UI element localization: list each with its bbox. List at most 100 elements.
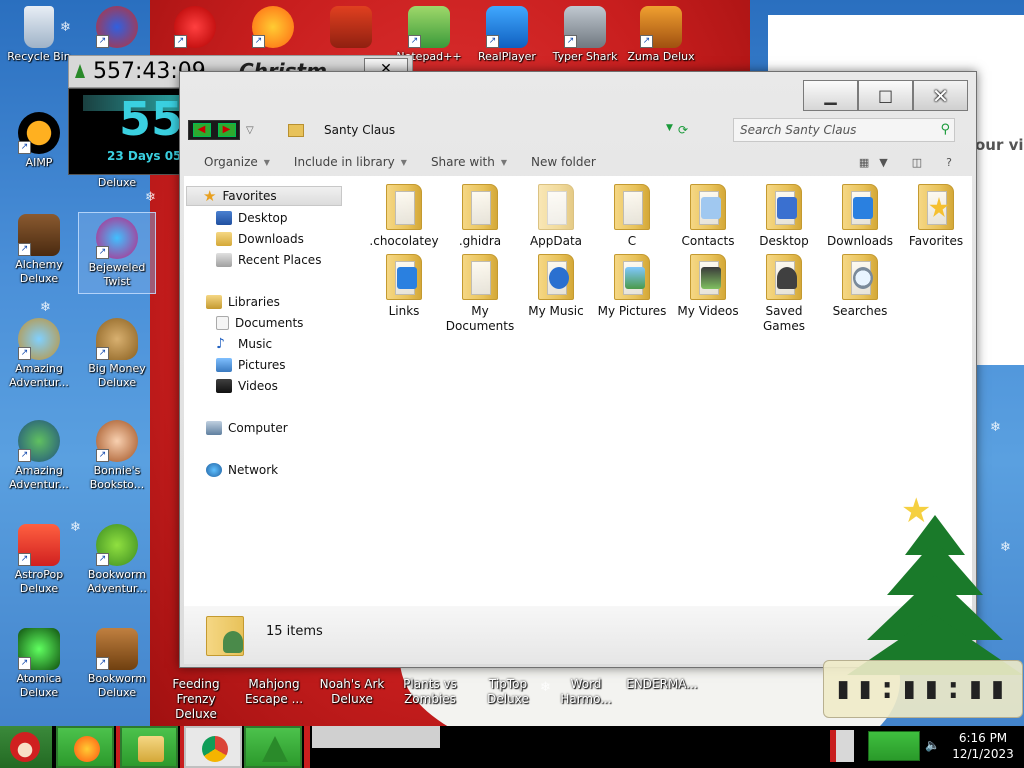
nav-item-documents[interactable]: Documents: [216, 313, 303, 333]
folder-ghidra[interactable]: .ghidra: [442, 184, 518, 249]
desktop-icon-plants-vs-zombies[interactable]: Plants vs Zombies: [390, 677, 470, 707]
volume-icon[interactable]: 🔈: [925, 738, 940, 752]
desktop-icon-label: RealPlayer: [478, 50, 536, 63]
shortcut-arrow-icon: ↗: [96, 449, 109, 462]
nav-favorites[interactable]: ★ Favorites: [186, 186, 342, 206]
folder-downloads[interactable]: Downloads: [822, 184, 898, 249]
desktop-icon-bookworm[interactable]: ↗ Bookworm Deluxe: [78, 628, 156, 700]
folder-my-pictures[interactable]: My Pictures: [594, 254, 670, 319]
forward-button[interactable]: ▶: [217, 123, 236, 137]
folder-c[interactable]: C: [594, 184, 670, 249]
desktop-icon-bookworm-adv[interactable]: ↗ Bookworm Adventur...: [78, 524, 156, 596]
desktop-icon-astropop[interactable]: ↗ AstroPop Deluxe: [0, 524, 78, 596]
folder-my-videos[interactable]: My Videos: [670, 254, 746, 319]
back-button[interactable]: ◀: [192, 123, 211, 137]
desktop-icon-feeding-frenzy[interactable]: Feeding Frenzy Deluxe: [156, 677, 236, 722]
folder-chocolatey[interactable]: .chocolatey: [366, 184, 442, 249]
view-options-chevron-icon[interactable]: ▼: [879, 156, 887, 169]
desktop-icon-aimp[interactable]: ↗ AIMP: [0, 112, 78, 170]
taskbar-firefox[interactable]: [56, 726, 114, 768]
nav-item-videos[interactable]: Videos: [216, 376, 278, 396]
shortcut-arrow-icon: ↗: [640, 35, 653, 48]
desktop-icon-alchemy[interactable]: ↗ Alchemy Deluxe: [0, 214, 78, 286]
desktop-icon-amazing-2[interactable]: ↗ Amazing Adventur...: [0, 420, 78, 492]
preview-pane-icon[interactable]: ◫: [912, 156, 922, 169]
recent-pages-button[interactable]: ▽: [246, 125, 254, 136]
chevron-down-icon: ▼: [400, 157, 407, 167]
pictures-icon: [216, 358, 232, 372]
folder-searches[interactable]: Searches: [822, 254, 898, 319]
nav-item-pictures[interactable]: Pictures: [216, 355, 286, 375]
desktop-icon-label: Alchemy Deluxe: [15, 258, 63, 285]
minimize-button[interactable]: ▁: [803, 80, 858, 111]
desktop-icon-firefox[interactable]: ↗: [234, 6, 312, 50]
address-bar[interactable]: Santy Claus: [288, 118, 708, 142]
desktop-icon-2[interactable]: ↗: [78, 6, 156, 50]
share-with-button[interactable]: Share with ▼: [431, 155, 507, 169]
contact-card-icon: [701, 197, 721, 219]
christmas-tree-gadget[interactable]: ★ ▮▮:▮▮:▮▮: [823, 491, 1024, 718]
nav-libraries[interactable]: Libraries: [206, 292, 280, 312]
desktop-icon-red-creature[interactable]: ↗: [156, 6, 234, 50]
desktop-icon-atomica[interactable]: ↗ Atomica Deluxe: [0, 628, 78, 700]
folder-links[interactable]: Links: [366, 254, 442, 319]
help-icon[interactable]: ?: [946, 156, 952, 169]
folder-my-documents[interactable]: My Documents: [442, 254, 518, 334]
taskbar-tree-gadget[interactable]: [244, 726, 302, 768]
taskbar-explorer[interactable]: [120, 726, 178, 768]
desktop-icon-recycle-bin[interactable]: Recycle Bin: [0, 6, 78, 64]
view-grid-icon[interactable]: ▦: [859, 156, 869, 169]
desktop-icon-enderman[interactable]: ENDERMA...: [622, 677, 702, 692]
desktop-icon-noahs-ark[interactable]: Noah's Ark Deluxe: [312, 677, 392, 707]
folder-desktop[interactable]: Desktop: [746, 184, 822, 249]
organize-button[interactable]: Organize ▼: [204, 155, 270, 169]
folder-saved-games[interactable]: Saved Games: [746, 254, 822, 334]
desktop-folder-icon: [766, 184, 802, 230]
address-dropdown-button[interactable]: ▼: [666, 123, 673, 133]
action-center-flag-icon[interactable]: [830, 730, 854, 762]
desktop-icon-typer-shark[interactable]: ↗ Typer Shark: [546, 6, 624, 64]
nav-network[interactable]: Network: [206, 460, 278, 480]
nav-computer[interactable]: Computer: [206, 418, 288, 438]
search-icon[interactable]: ⚲: [940, 122, 950, 137]
nav-item-desktop[interactable]: Desktop: [216, 208, 288, 228]
include-in-library-button[interactable]: Include in library ▼: [294, 155, 407, 169]
desktop-icon-bejeweled[interactable]: ↗ Bejeweled Twist: [78, 212, 156, 294]
folder-favorites[interactable]: Favorites: [898, 184, 974, 249]
folder-label: My Pictures: [597, 304, 667, 318]
desktop-icon-label: AIMP: [25, 156, 53, 169]
refresh-button[interactable]: ⟳: [678, 123, 688, 137]
desktop-icon-realplayer[interactable]: ↗ RealPlayer: [468, 6, 546, 64]
close-button[interactable]: ✕: [913, 80, 968, 111]
folder-my-music[interactable]: My Music: [518, 254, 594, 319]
taskbar-chrome[interactable]: [184, 726, 242, 768]
search-input[interactable]: Search Santy Claus ⚲: [733, 118, 955, 142]
view-controls: ▦ ▼ ◫ ?: [859, 150, 976, 174]
desktop-icon-bonnies[interactable]: ↗ Bonnie's Booksto...: [78, 420, 156, 492]
tray-icons[interactable]: [868, 731, 920, 761]
film-icon: [701, 267, 721, 289]
desktop-icon-bigmoney[interactable]: ↗ Big Money Deluxe: [78, 318, 156, 390]
new-folder-button[interactable]: New folder: [531, 155, 596, 169]
desktop-icon-tiptop[interactable]: TipTop Deluxe: [468, 677, 548, 707]
taskbar-empty-slot: [312, 726, 440, 748]
folder-appdata[interactable]: AppData: [518, 184, 594, 249]
nav-item-recent-places[interactable]: Recent Places: [216, 250, 321, 270]
folder-contacts[interactable]: Contacts: [670, 184, 746, 249]
desktop-icon-amazing-1[interactable]: ↗ Amazing Adventur...: [0, 318, 78, 390]
nav-item-downloads[interactable]: Downloads: [216, 229, 304, 249]
nav-label: Pictures: [238, 358, 286, 372]
searches-folder-icon: [842, 254, 878, 300]
start-button[interactable]: [0, 726, 52, 768]
desktop-icon-word-harmony[interactable]: Word Harmo...: [546, 677, 626, 707]
system-clock[interactable]: 6:16 PM 12/1/2023: [948, 730, 1018, 762]
countdown-tree-icon: [75, 64, 85, 78]
aimp-icon: ↗: [18, 112, 60, 154]
desktop-icon-label: Zuma Delux: [627, 50, 695, 63]
desktop-icon-mahjong[interactable]: Mahjong Escape ...: [234, 677, 314, 707]
desktop-icon-zuma[interactable]: ↗ Zuma Delux: [622, 6, 700, 64]
maximize-button[interactable]: □: [858, 80, 913, 111]
desktop-icon-torii[interactable]: [312, 6, 390, 50]
shortcut-arrow-icon: ↗: [18, 553, 31, 566]
nav-item-music[interactable]: ♪ Music: [216, 334, 272, 354]
